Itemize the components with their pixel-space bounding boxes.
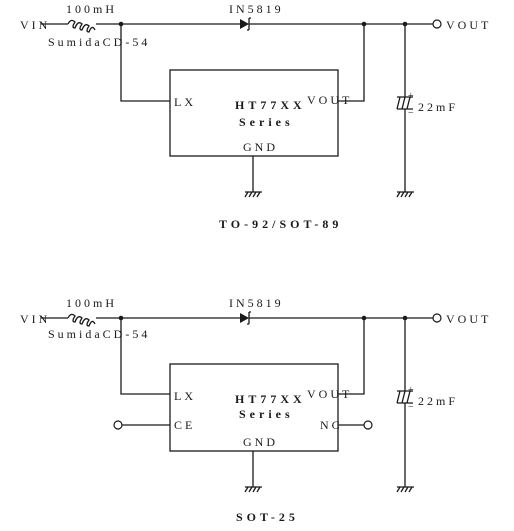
cap-minus: −: [408, 402, 414, 413]
ground-icon: [244, 486, 262, 493]
nc-terminal: [363, 420, 373, 430]
inductor-icon: [67, 313, 96, 327]
ic-name: HT77XX: [235, 392, 306, 406]
pin-vout-label: VOUT: [307, 93, 352, 107]
inductor-value: 100mH: [66, 296, 117, 310]
pin-lx-label: LX: [174, 95, 196, 109]
circuit-to92: VIN 100mH SumidaCD-54 IN5819 VOUT 22mF L…: [20, 2, 491, 231]
vout-feedback-wire: [338, 24, 365, 102]
vout-terminal-label: VOUT: [446, 18, 491, 32]
vin-label: VIN: [20, 18, 50, 32]
ground-icon: [396, 486, 414, 493]
vin-label: VIN: [20, 312, 50, 326]
package-caption: SOT-25: [236, 510, 299, 524]
diode-label: IN5819: [229, 296, 284, 310]
vout-terminal-label: VOUT: [446, 312, 491, 326]
schematic-canvas: VIN 100mH SumidaCD-54 IN5819 VOUT 22mF L…: [20, 2, 491, 524]
diode-label: IN5819: [229, 2, 284, 16]
inductor-part: SumidaCD-54: [48, 35, 150, 49]
ground-icon: [244, 191, 262, 198]
pin-lx-label: LX: [174, 389, 196, 403]
inductor-value: 100mH: [66, 2, 117, 16]
package-caption: TO-92/SOT-89: [219, 217, 342, 231]
ce-terminal: [113, 420, 123, 430]
pin-gnd-label: GND: [243, 435, 278, 449]
vout-feedback-wire: [338, 318, 365, 395]
inductor-part: SumidaCD-54: [48, 327, 150, 341]
vout-terminal: [432, 313, 442, 323]
pin-gnd-label: GND: [243, 140, 278, 154]
capacitor-value: 22mF: [418, 394, 458, 408]
circuit-sot25: VIN 100mH SumidaCD-54 IN5819 VOUT 22mF L…: [20, 296, 491, 524]
cap-plus: +: [408, 91, 414, 102]
cap-minus: −: [408, 108, 414, 119]
ic-series: Series: [239, 115, 294, 129]
ic-series: Series: [239, 407, 294, 421]
vout-terminal: [432, 19, 442, 29]
cap-plus: +: [408, 385, 414, 396]
inductor-icon: [67, 19, 96, 33]
pin-ce-label: CE: [174, 418, 195, 432]
capacitor-value: 22mF: [418, 100, 458, 114]
ic-name: HT77XX: [235, 98, 306, 112]
ground-icon: [396, 191, 414, 198]
